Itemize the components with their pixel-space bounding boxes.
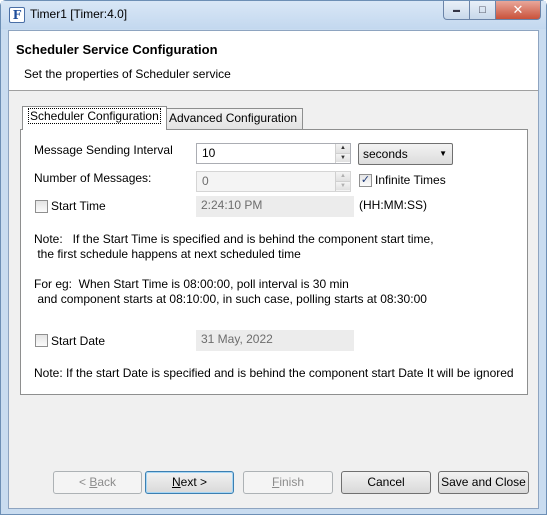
infinite-times-label[interactable]: Infinite Times (375, 173, 446, 187)
number-of-messages-label: Number of Messages: (34, 171, 152, 185)
check-mark-icon: ✓ (360, 174, 371, 186)
page-title: Scheduler Service Configuration (16, 42, 218, 57)
start-time-example: For eg: When Start Time is 08:00:00, pol… (34, 277, 427, 306)
spin-down-icon[interactable]: ▼ (336, 153, 350, 162)
start-time-note: Note: If the Start Time is specified and… (34, 232, 434, 261)
minimize-icon: ▬ (453, 6, 460, 14)
start-date-value: 31 May, 2022 (201, 332, 273, 346)
message-interval-spinner[interactable]: ▲ ▼ (335, 144, 350, 163)
message-interval-input[interactable]: 10 ▲ ▼ (196, 143, 351, 164)
spin-down-icon[interactable]: ▼ (336, 181, 350, 190)
tab-label: Advanced Configuration (169, 111, 298, 125)
app-icon: F (9, 7, 25, 23)
message-interval-value: 10 (202, 146, 216, 160)
maximize-icon: □ (479, 4, 486, 16)
spin-up-icon[interactable]: ▲ (336, 172, 350, 181)
infinite-times-checkbox[interactable]: ✓ (359, 174, 372, 187)
window-title: Timer1 [Timer:4.0] (30, 7, 128, 21)
interval-unit-value: seconds (363, 147, 408, 161)
maximize-button[interactable]: □ (470, 1, 496, 20)
message-interval-label: Message Sending Interval (34, 143, 173, 157)
interval-unit-select[interactable]: seconds ▼ (358, 143, 453, 165)
wizard-header: Scheduler Service Configuration Set the … (9, 31, 538, 91)
save-and-close-button[interactable]: Save and Close (438, 471, 529, 494)
next-label: ext > (180, 475, 208, 489)
spin-up-icon[interactable]: ▲ (336, 144, 350, 153)
start-date-input[interactable]: 31 May, 2022 (196, 330, 354, 351)
tab-label: Scheduler Configuration (28, 108, 161, 124)
close-icon: ✕ (512, 2, 524, 17)
start-date-checkbox[interactable] (35, 334, 48, 347)
window-controls: ▬ □ ✕ (443, 1, 541, 21)
start-time-input[interactable]: 2:24:10 PM (196, 196, 354, 217)
close-button[interactable]: ✕ (496, 1, 541, 20)
minimize-button[interactable]: ▬ (443, 1, 470, 20)
number-of-messages-input[interactable]: 0 ▲ ▼ (196, 171, 351, 192)
timer-config-window: F Timer1 [Timer:4.0] ▬ □ ✕ Scheduler Ser… (0, 0, 547, 515)
number-of-messages-spinner[interactable]: ▲ ▼ (335, 172, 350, 191)
tab-advanced-configuration[interactable]: Advanced Configuration (163, 108, 304, 129)
next-button[interactable]: Next > (145, 471, 234, 494)
page-subtitle: Set the properties of Scheduler service (24, 67, 231, 81)
number-of-messages-value: 0 (202, 174, 209, 188)
cancel-button[interactable]: Cancel (341, 471, 431, 494)
finish-label: inish (279, 475, 305, 489)
finish-button[interactable]: Finish (243, 471, 333, 494)
cancel-label: Cancel (367, 475, 405, 489)
start-date-label[interactable]: Start Date (51, 334, 105, 348)
back-label: ack (97, 475, 117, 489)
save-and-close-label: Save and Close (441, 475, 526, 489)
chevron-down-icon: ▼ (439, 149, 447, 158)
back-button[interactable]: < Back (53, 471, 142, 494)
dialog-client-area: Scheduler Service Configuration Set the … (8, 30, 539, 509)
title-bar[interactable]: F Timer1 [Timer:4.0] ▬ □ ✕ (1, 1, 546, 29)
start-date-note: Note: If the start Date is specified and… (34, 366, 514, 380)
tab-scheduler-configuration[interactable]: Scheduler Configuration (22, 106, 167, 130)
back-prefix: < (78, 475, 90, 489)
start-time-label[interactable]: Start Time (51, 199, 106, 213)
next-mnemonic: N (171, 475, 181, 489)
scheduler-config-panel: Message Sending Interval 10 ▲ ▼ seconds … (20, 129, 528, 395)
time-format-hint: (HH:MM:SS) (359, 198, 427, 212)
start-time-value: 2:24:10 PM (201, 198, 263, 212)
start-time-checkbox[interactable] (35, 200, 48, 213)
